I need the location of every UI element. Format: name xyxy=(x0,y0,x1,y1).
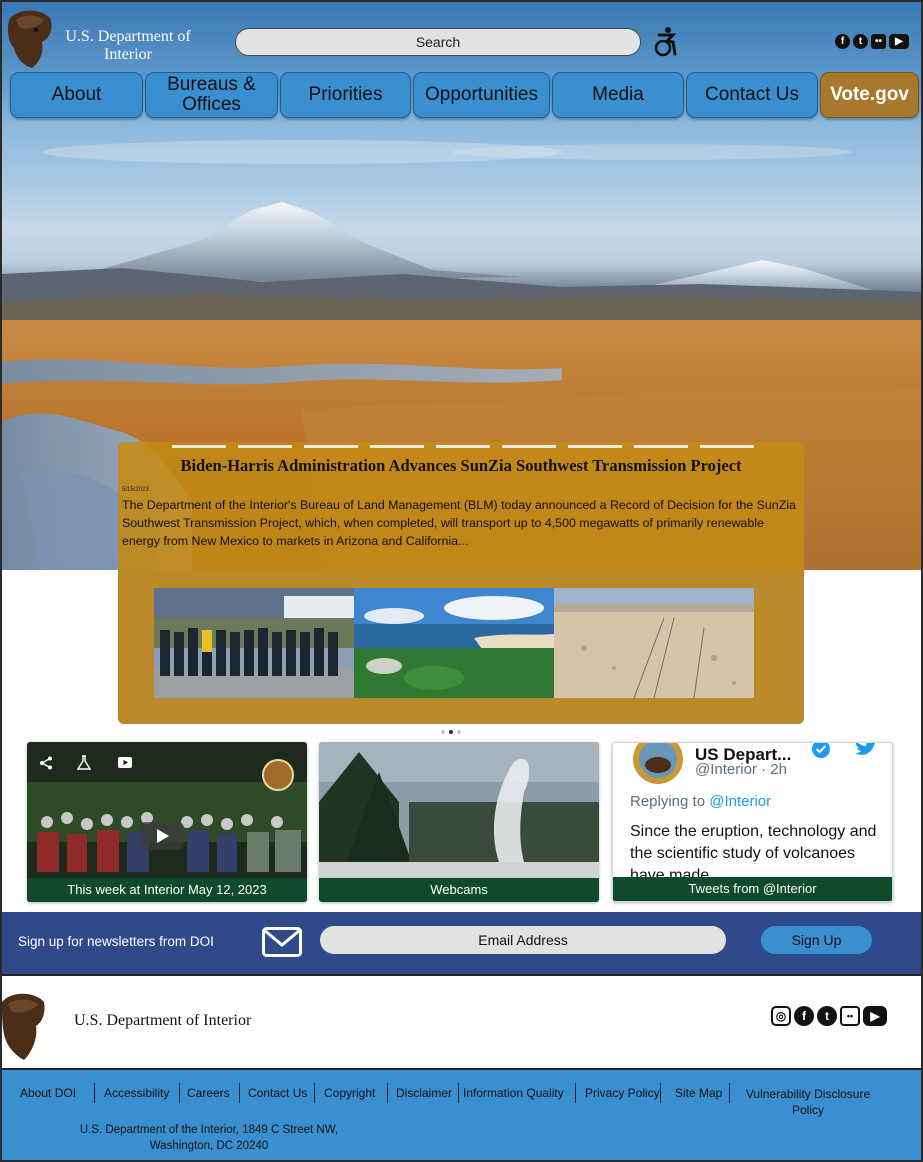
facebook-icon[interactable]: f xyxy=(835,34,850,49)
tweets-card-caption: Tweets from @Interior xyxy=(613,877,892,901)
carousel-dot-active[interactable] xyxy=(449,730,453,734)
brand[interactable]: U.S. Department of Interior xyxy=(6,8,198,70)
site-title: U.S. Department of Interior xyxy=(65,28,191,63)
footer-link-careers[interactable]: Careers xyxy=(187,1086,230,1100)
carousel-dot[interactable] xyxy=(457,730,461,734)
video-play-button[interactable] xyxy=(140,822,184,850)
slide-indicator[interactable] xyxy=(436,445,490,448)
video-card[interactable]: This week at Interior May 12, 2023 xyxy=(27,742,307,902)
slide-indicators xyxy=(172,445,754,448)
thumbnail-desert-photo[interactable] xyxy=(554,588,754,698)
footer-address-line2: Washington, DC 20240 xyxy=(149,1140,269,1152)
featured-thumbnails xyxy=(154,588,754,698)
footer-divider xyxy=(458,1083,459,1103)
thumbnail-crew-photo[interactable] xyxy=(154,588,354,698)
nav-vote-gov[interactable]: Vote.gov xyxy=(820,72,919,118)
accessibility-icon[interactable] xyxy=(653,26,679,58)
flickr-icon[interactable]: •• xyxy=(871,34,886,49)
sign-up-button[interactable]: Sign Up xyxy=(761,926,872,954)
slide-indicator[interactable] xyxy=(370,445,424,448)
carousel-dot[interactable] xyxy=(441,730,445,734)
slide-indicator[interactable] xyxy=(172,445,226,448)
doi-seal-icon xyxy=(633,743,683,784)
tweet-reply-mention[interactable]: @Interior xyxy=(709,793,771,810)
footer-link-disclaimer[interactable]: Disclaimer xyxy=(396,1086,452,1100)
nav-contact-us[interactable]: Contact Us xyxy=(686,72,818,118)
instagram-icon[interactable]: ◎ xyxy=(771,1006,791,1026)
play-icon xyxy=(157,829,169,843)
share-icon[interactable] xyxy=(39,756,53,770)
featured-story-title[interactable]: Biden-Harris Administration Advances Sun… xyxy=(118,456,804,476)
slide-indicator[interactable] xyxy=(502,445,556,448)
tweet-reply-prefix: Replying to xyxy=(630,793,706,810)
footer-divider xyxy=(94,1083,95,1103)
nav-bureaus-offices[interactable]: Bureaus & Offices xyxy=(145,72,278,118)
youtube-icon[interactable]: ▶ xyxy=(889,34,909,49)
footer-link-contact-us[interactable]: Contact Us xyxy=(248,1086,307,1100)
newsletter-label: Sign up for newsletters from DOI xyxy=(18,934,214,949)
footer-org-name: U.S. Department of Interior xyxy=(74,1012,252,1029)
twitter-icon[interactable]: t xyxy=(817,1006,837,1026)
footer-link-copyright[interactable]: Copyright xyxy=(324,1086,375,1100)
newsletter-bar: Sign up for newsletters from DOI Email A… xyxy=(2,912,921,974)
footer-link-accessibility[interactable]: Accessibility xyxy=(104,1086,169,1100)
bison-logo-icon[interactable] xyxy=(2,990,46,1062)
search-input[interactable]: Search xyxy=(235,28,641,56)
tweet-reply-line: Replying to @Interior xyxy=(630,793,771,810)
envelope-icon xyxy=(262,927,302,957)
youtube-icon[interactable]: ▶ xyxy=(863,1006,887,1026)
footer-link-about-doi[interactable]: About DOI xyxy=(20,1086,76,1100)
featured-story-body: The Department of the Interior's Bureau … xyxy=(122,498,796,548)
footer-link-privacy-policy[interactable]: Privacy Policy xyxy=(585,1086,660,1100)
footer-address-line1: U.S. Department of the Interior, 1849 C … xyxy=(79,1124,339,1136)
social-links-footer: ◎ f t •• ▶ xyxy=(771,1006,887,1026)
flickr-icon[interactable]: •• xyxy=(840,1006,860,1026)
main-nav: About Bureaus & Offices Priorities Oppor… xyxy=(2,72,921,118)
page: U.S. Department of Interior Search f t •… xyxy=(0,0,923,1162)
footer-divider xyxy=(575,1083,576,1103)
video-card-caption: This week at Interior May 12, 2023 xyxy=(27,878,307,902)
nav-priorities[interactable]: Priorities xyxy=(280,72,411,118)
verified-badge-icon xyxy=(812,743,830,758)
email-input[interactable]: Email Address xyxy=(320,926,726,954)
footer-links-bar: About DOI Accessibility Careers Contact … xyxy=(2,1068,921,1160)
flask-icon[interactable] xyxy=(77,755,91,771)
footer-divider xyxy=(387,1083,388,1103)
twitter-icon[interactable]: t xyxy=(853,34,868,49)
footer-divider xyxy=(239,1083,240,1103)
footer-link-information-quality[interactable]: Information Quality xyxy=(463,1086,564,1100)
webcams-card-caption: Webcams xyxy=(319,878,599,902)
social-links-header: f t •• ▶ xyxy=(835,34,909,49)
webcams-card[interactable]: Webcams xyxy=(319,742,599,902)
footer-divider xyxy=(179,1083,180,1103)
footer-divider xyxy=(660,1083,661,1103)
slide-indicator[interactable] xyxy=(634,445,688,448)
nav-about[interactable]: About xyxy=(10,72,143,118)
nav-opportunities[interactable]: Opportunities xyxy=(413,72,550,118)
slide-indicator[interactable] xyxy=(700,445,754,448)
twitter-bird-icon[interactable] xyxy=(853,742,877,759)
footer-link-site-map[interactable]: Site Map xyxy=(675,1086,722,1100)
slide-indicator[interactable] xyxy=(304,445,358,448)
tweet-handle: @Interior · 2h xyxy=(695,761,787,778)
youtube-icon[interactable] xyxy=(118,757,132,768)
bison-logo-icon xyxy=(7,10,52,68)
footer-brand-bar: U.S. Department of Interior ◎ f t •• ▶ xyxy=(2,974,921,1068)
footer-divider xyxy=(729,1083,730,1103)
featured-story-date: 5/15/2023 xyxy=(122,487,149,493)
facebook-icon[interactable]: f xyxy=(794,1006,814,1026)
thumbnail-coastline-photo[interactable] xyxy=(354,588,554,698)
carousel-dots xyxy=(441,730,461,734)
nav-media[interactable]: Media xyxy=(552,72,684,118)
slide-indicator[interactable] xyxy=(238,445,292,448)
footer-link-vulnerability-disclosure-policy[interactable]: Vulnerability Disclosure Policy xyxy=(740,1086,876,1118)
slide-indicator[interactable] xyxy=(568,445,622,448)
footer-address: U.S. Department of the Interior, 1849 C … xyxy=(64,1122,354,1154)
footer-divider xyxy=(314,1083,315,1103)
tweets-card[interactable]: US Depart... @Interior · 2h Replying to … xyxy=(612,742,893,902)
